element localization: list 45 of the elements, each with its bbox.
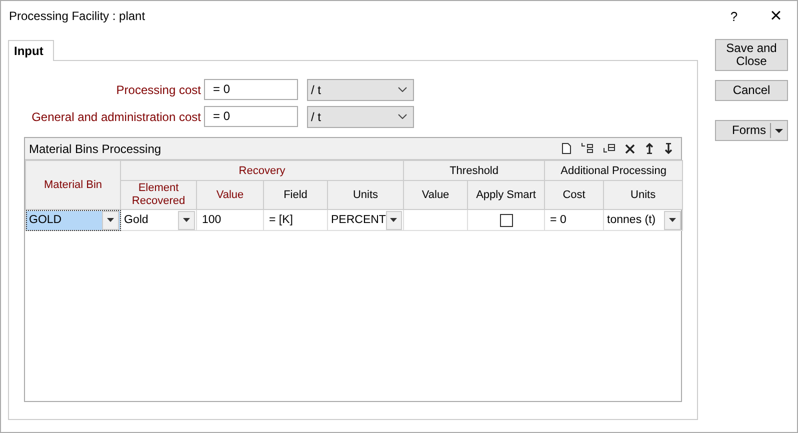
column-header: Units xyxy=(328,180,404,210)
table-cell[interactable]: 100 xyxy=(196,210,264,230)
cell-dropdown[interactable]: GOLD xyxy=(26,210,120,230)
help-button[interactable]: ? xyxy=(713,2,755,30)
tab[interactable]: Input xyxy=(8,40,54,61)
dialog-button[interactable]: Save and Close xyxy=(715,39,788,71)
column-header: Field xyxy=(264,180,328,210)
move-down-icon[interactable] xyxy=(664,143,673,154)
unit-dropdown[interactable]: / t xyxy=(307,106,414,128)
column-header: Element Recovered xyxy=(120,180,196,210)
column-header: Additional Processing xyxy=(544,160,683,180)
input-field[interactable]: = 0 xyxy=(204,106,298,127)
chevron-icon xyxy=(398,114,407,119)
unit-dropdown[interactable]: / t xyxy=(307,78,414,100)
field-label: Processing cost xyxy=(115,82,201,96)
cell-dropdown[interactable]: tonnes (t) xyxy=(604,210,682,230)
grid-title: Material Bins Processing xyxy=(29,142,162,156)
insert-row-icon[interactable] xyxy=(581,143,593,154)
column-header: Apply Smart xyxy=(468,180,545,210)
cell-dropdown[interactable]: PERCENT xyxy=(328,210,404,230)
checkbox[interactable] xyxy=(500,214,513,226)
move-up-icon[interactable] xyxy=(645,143,654,154)
column-header: Threshold xyxy=(404,160,545,180)
column-header: Recovery xyxy=(120,160,404,180)
chevron-icon xyxy=(398,87,407,92)
column-header: Cost xyxy=(544,180,604,210)
delete-icon[interactable] xyxy=(625,144,635,154)
cell-dropdown[interactable]: Gold xyxy=(121,210,196,230)
table-cell[interactable] xyxy=(468,210,545,230)
window-title: Processing Facility : plant xyxy=(9,9,146,23)
column-header: Value xyxy=(196,180,264,210)
split-button[interactable]: Forms xyxy=(715,120,788,141)
append-row-icon[interactable] xyxy=(603,143,615,154)
table-cell[interactable]: = 0 xyxy=(544,210,604,230)
new-row-icon[interactable] xyxy=(562,143,571,154)
table-cell[interactable] xyxy=(404,210,468,230)
field-label: General and administration cost xyxy=(30,110,201,124)
table-cell[interactable]: = [K] xyxy=(264,210,328,230)
input-field[interactable]: = 0 xyxy=(204,79,298,100)
dialog-button[interactable]: Cancel xyxy=(715,80,788,101)
close-button[interactable]: × xyxy=(755,2,797,30)
column-header: Units xyxy=(604,180,683,210)
column-header: Material Bin xyxy=(26,160,120,210)
column-header: Value xyxy=(404,180,468,210)
dropdown-arrow-icon xyxy=(775,128,783,132)
